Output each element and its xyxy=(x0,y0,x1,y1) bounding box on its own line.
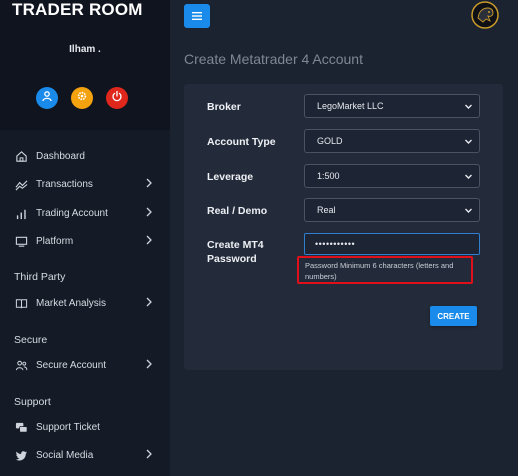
chevron-right-icon xyxy=(145,359,155,369)
sidebar-item-platform[interactable]: Platform xyxy=(0,229,170,253)
section-support: Support xyxy=(14,396,51,408)
sidebar-item-label: Dashboard xyxy=(36,150,85,162)
sidebar-item-social-media[interactable]: Social Media xyxy=(0,443,170,467)
account-type-label: Account Type xyxy=(207,136,276,148)
chevron-right-icon xyxy=(145,449,155,459)
monitor-icon xyxy=(14,234,28,248)
password-input[interactable]: ••••••••••• xyxy=(304,233,480,255)
broker-value: LegoMarket LLC xyxy=(317,101,384,111)
section-secure: Secure xyxy=(14,334,48,346)
chevron-down-icon xyxy=(464,102,473,111)
real-demo-select[interactable]: Real xyxy=(304,198,480,222)
account-type-select[interactable]: GOLD xyxy=(304,129,480,153)
password-label: Create MT4 Password xyxy=(207,238,264,266)
password-hint: Password Minimum 6 characters (letters a… xyxy=(297,256,473,284)
hamburger-icon xyxy=(192,7,202,25)
sidebar-header: TRADER ROOM Ilham . xyxy=(0,0,170,130)
sidebar-item-label: Secure Account xyxy=(36,359,107,371)
logout-button[interactable] xyxy=(106,87,128,109)
trend-icon xyxy=(14,177,28,191)
create-button[interactable]: CREATE xyxy=(430,306,477,326)
sidebar-item-label: Trading Account xyxy=(36,207,108,219)
sidebar-item-label: Platform xyxy=(36,235,74,247)
password-label-line1: Create MT4 xyxy=(207,239,264,251)
section-third-party: Third Party xyxy=(14,271,66,283)
leverage-select[interactable]: 1:500 xyxy=(304,164,480,188)
sidebar-item-support-ticket[interactable]: Support Ticket xyxy=(0,415,170,439)
sidebar-item-label: Transactions xyxy=(36,178,93,190)
sidebar-item-label: Market Analysis xyxy=(36,297,107,309)
bar-chart-icon xyxy=(14,206,28,220)
gear-icon xyxy=(76,89,88,107)
broker-label: Broker xyxy=(207,101,241,113)
chevron-down-icon xyxy=(464,137,473,146)
chevron-right-icon xyxy=(145,207,155,217)
sidebar: TRADER ROOM Ilham . Dashboard Transactio… xyxy=(0,0,170,476)
chevron-right-icon xyxy=(145,235,155,245)
create-account-form: Broker LegoMarket LLC Account Type GOLD … xyxy=(184,84,503,370)
sidebar-item-label: Social Media xyxy=(36,449,94,461)
account-type-value: GOLD xyxy=(317,136,343,146)
user-name: Ilham . xyxy=(69,44,101,55)
power-icon xyxy=(111,89,123,107)
user-icon xyxy=(41,89,53,107)
profile-button[interactable] xyxy=(36,87,58,109)
book-icon xyxy=(14,296,28,310)
user-actions xyxy=(36,87,128,109)
users-icon xyxy=(14,358,28,372)
leverage-label: Leverage xyxy=(207,171,254,183)
password-label-line2: Password xyxy=(207,253,257,265)
chevron-down-icon xyxy=(464,172,473,181)
sidebar-item-transactions[interactable]: Transactions xyxy=(0,172,170,196)
chevron-right-icon xyxy=(145,178,155,188)
home-icon xyxy=(14,149,28,163)
chevron-right-icon xyxy=(145,297,155,307)
menu-toggle-button[interactable] xyxy=(184,4,210,28)
sidebar-item-label: Support Ticket xyxy=(36,421,100,433)
page-title: Create Metatrader 4 Account xyxy=(184,51,363,67)
real-demo-label: Real / Demo xyxy=(207,205,268,217)
settings-button[interactable] xyxy=(71,87,93,109)
brand-title: TRADER ROOM xyxy=(12,0,143,19)
chevron-down-icon xyxy=(464,206,473,215)
broker-select[interactable]: LegoMarket LLC xyxy=(304,94,480,118)
sidebar-item-market-analysis[interactable]: Market Analysis xyxy=(0,291,170,315)
sidebar-item-dashboard[interactable]: Dashboard xyxy=(0,144,170,168)
panther-logo xyxy=(470,0,500,30)
sidebar-item-trading-account[interactable]: Trading Account xyxy=(0,201,170,225)
chat-icon xyxy=(14,420,28,434)
leverage-value: 1:500 xyxy=(317,171,340,181)
sidebar-item-secure-account[interactable]: Secure Account xyxy=(0,353,170,377)
real-demo-value: Real xyxy=(317,205,336,215)
twitter-icon xyxy=(14,448,28,462)
